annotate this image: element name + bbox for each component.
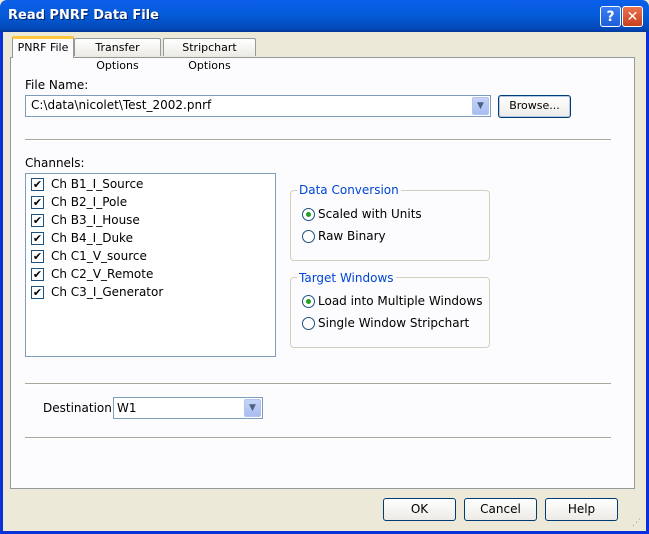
ok-button[interactable]: OK [383, 498, 456, 521]
list-item[interactable]: ✔ Ch C1_V_source [29, 247, 269, 265]
checkbox[interactable]: ✔ [31, 214, 44, 227]
file-name-value: C:\data\nicolet\Test_2002.pnrf [31, 98, 212, 112]
channel-label: Ch B3_I_House [51, 213, 140, 227]
chevron-down-icon[interactable]: ▼ [244, 399, 261, 417]
channel-label: Ch B2_I_Pole [51, 195, 128, 209]
list-item[interactable]: ✔ Ch B4_I_Duke [29, 229, 269, 247]
checkbox[interactable]: ✔ [31, 178, 44, 191]
channel-label: Ch C2_V_Remote [51, 267, 154, 281]
radio-raw-binary[interactable] [302, 230, 315, 243]
tab-pnrf-file[interactable]: PNRF File [12, 36, 74, 58]
resize-grip-icon[interactable]: ⋰ [632, 517, 644, 529]
list-item[interactable]: ✔ Ch C3_I_Generator [29, 283, 269, 301]
help-title-button[interactable]: ? [600, 6, 621, 27]
tab-transfer-options[interactable]: Transfer Options [74, 38, 161, 72]
tab-stripchart-options[interactable]: Stripchart Options [163, 38, 256, 72]
destination-label: Destination: [43, 401, 116, 415]
channel-label: Ch C3_I_Generator [51, 285, 164, 299]
list-item[interactable]: ✔ Ch B1_I_Source [29, 175, 269, 193]
chevron-down-icon[interactable]: ▼ [472, 97, 489, 115]
channel-label: Ch C1_V_source [51, 249, 147, 263]
checkbox[interactable]: ✔ [31, 286, 44, 299]
radio-label: Single Window Stripchart [318, 316, 470, 330]
checkbox[interactable]: ✔ [31, 232, 44, 245]
close-button[interactable]: ✕ [622, 6, 643, 27]
data-conversion-title: Data Conversion [297, 183, 401, 197]
list-item[interactable]: ✔ Ch B3_I_House [29, 211, 269, 229]
cancel-button[interactable]: Cancel [464, 498, 537, 521]
window-title: Read PNRF Data File [8, 8, 159, 23]
radio-load-multiple-windows[interactable] [302, 295, 315, 308]
channel-list[interactable]: ✔ Ch B1_I_Source ✔ Ch B2_I_Pole ✔ Ch B3_I_H… [25, 173, 276, 357]
list-item[interactable]: ✔ Ch B2_I_Pole [29, 193, 269, 211]
channel-label: Ch B1_I_Source [51, 177, 144, 191]
radio-label: Raw Binary [318, 229, 386, 243]
separator [25, 139, 611, 141]
destination-value: W1 [117, 401, 137, 415]
target-windows-title: Target Windows [297, 271, 396, 285]
browse-button[interactable]: Browse... [498, 95, 571, 118]
help-button[interactable]: Help [545, 498, 618, 521]
separator [25, 383, 611, 385]
radio-single-window-stripchart[interactable] [302, 317, 315, 330]
checkbox[interactable]: ✔ [31, 196, 44, 209]
channel-label: Ch B4_I_Duke [51, 231, 133, 245]
checkbox[interactable]: ✔ [31, 268, 44, 281]
list-item[interactable]: ✔ Ch C2_V_Remote [29, 265, 269, 283]
radio-label: Scaled with Units [318, 207, 422, 221]
checkbox[interactable]: ✔ [31, 250, 44, 263]
separator [25, 437, 611, 439]
data-conversion-group [290, 190, 490, 261]
channels-label: Channels: [25, 156, 85, 170]
file-name-label: File Name: [25, 78, 89, 92]
radio-scaled-with-units[interactable] [302, 208, 315, 221]
target-windows-group [290, 277, 490, 348]
radio-label: Load into Multiple Windows [318, 294, 483, 308]
